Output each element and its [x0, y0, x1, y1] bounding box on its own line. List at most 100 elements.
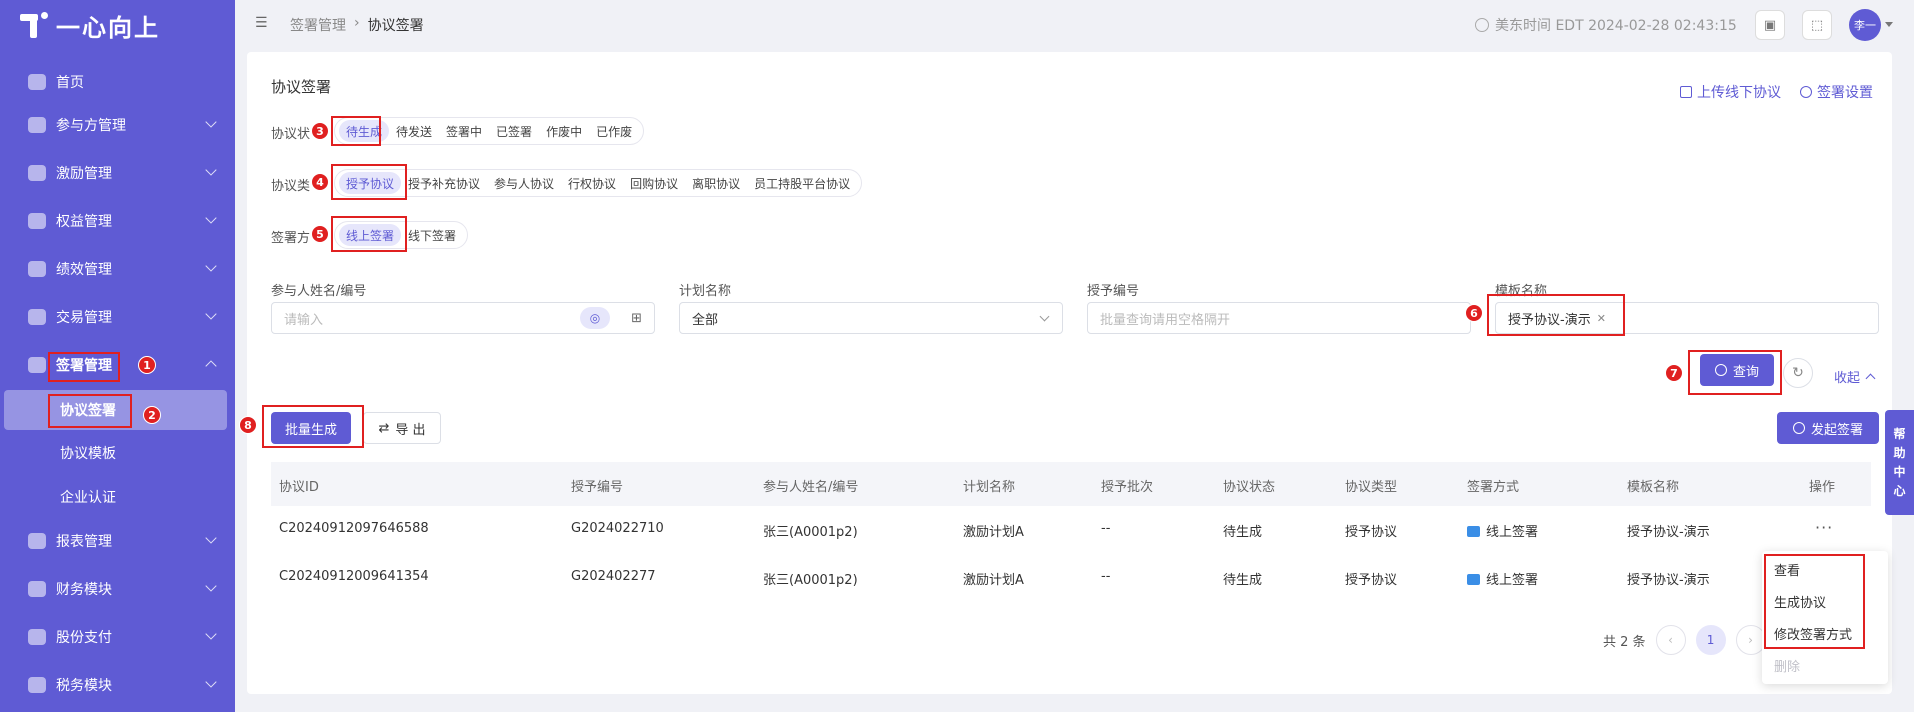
main-panel: 协议签署 上传线下协议 签署设置 协议状 待生成 待发送 签署中 已签署 作废中… — [239, 52, 1892, 694]
page-title: 协议签署 — [271, 78, 332, 96]
prev-page-button[interactable]: ‹ — [1655, 625, 1686, 655]
fullscreen-button[interactable]: ⬚ — [1802, 10, 1832, 40]
chevron-down-icon — [205, 532, 217, 544]
users-icon — [28, 117, 46, 133]
clock-icon — [1475, 18, 1489, 32]
page-button[interactable]: 1 — [1695, 625, 1726, 655]
avatar[interactable]: 李一 — [1849, 9, 1881, 41]
annotation-box-3 — [331, 116, 381, 146]
sidebar-item-incentive[interactable]: 激励管理 — [0, 153, 235, 193]
report-icon — [28, 533, 46, 549]
pagination: 共 2 条 ‹ 1 › — [1603, 625, 1766, 655]
annotation-badge-4: 4 — [311, 173, 329, 191]
grant-input[interactable]: 批量查询请用空格隔开 — [1087, 302, 1471, 334]
annotation-box-7 — [1688, 350, 1782, 395]
annotation-box-2 — [48, 394, 132, 428]
sign-settings-link[interactable]: 签署设置 — [1800, 82, 1873, 102]
more-actions-icon[interactable]: ··· — [1815, 518, 1833, 537]
annotation-box-6 — [1487, 294, 1625, 336]
type-chip-exercise[interactable]: 行权协议 — [561, 172, 623, 194]
plus-circle-icon — [1792, 422, 1805, 434]
col-agreement-id: 协议ID — [279, 480, 319, 495]
type-chip-resignation[interactable]: 离职协议 — [685, 172, 747, 194]
sidebar-item-participants[interactable]: 参与方管理 — [0, 105, 235, 145]
sign-method-cell: 线上签署 — [1467, 521, 1538, 540]
status-chip-voiding[interactable]: 作废中 — [539, 120, 589, 142]
chevron-down-icon — [205, 580, 217, 592]
col-status: 协议状态 — [1223, 480, 1276, 495]
status-chip-pending-send[interactable]: 待发送 — [389, 120, 439, 142]
incentive-icon — [28, 165, 46, 181]
type-chip-esop-platform[interactable]: 员工持股平台协议 — [747, 172, 857, 194]
sidebar-sub-item-agreement-template[interactable]: 协议模板 — [0, 433, 235, 473]
sidebar-item-finance[interactable]: 财务模块 — [0, 569, 235, 609]
table-row: C20240912009641354 G202402277 张三(A0001p2… — [279, 569, 1710, 588]
table-row: C20240912097646588 G2024022710 张三(A0001p… — [279, 518, 1834, 540]
type-filter: 授予协议 授予补充协议 参与人协议 行权协议 回购协议 离职协议 员工持股平台协… — [334, 169, 863, 197]
sidebar-item-equity[interactable]: 权益管理 — [0, 201, 235, 241]
annotation-badge-2: 2 — [143, 406, 161, 424]
status-chip-voided[interactable]: 已作废 — [589, 120, 639, 142]
tax-icon — [28, 677, 46, 693]
plan-label: 计划名称 — [679, 284, 732, 299]
col-grant-no: 授予编号 — [571, 480, 624, 495]
annotation-box-5 — [331, 216, 407, 252]
status-chip-signing[interactable]: 签署中 — [439, 120, 489, 142]
chevron-down-icon — [205, 628, 217, 640]
help-center-tab[interactable]: 帮 助 中 心 — [1885, 410, 1914, 515]
upload-icon — [1680, 86, 1692, 98]
chevron-down-icon — [205, 212, 217, 224]
grant-label: 授予编号 — [1087, 284, 1140, 299]
total-count: 共 2 条 — [1603, 634, 1646, 650]
status-chip-signed[interactable]: 已签署 — [489, 120, 539, 142]
sign-icon — [28, 357, 46, 373]
annotation-box-8 — [262, 405, 364, 448]
chevron-down-icon — [205, 116, 217, 128]
initiate-sign-button[interactable]: 发起签署 — [1777, 412, 1879, 444]
type-chip-buyback[interactable]: 回购协议 — [623, 172, 685, 194]
equity-icon — [28, 213, 46, 229]
sidebar-item-share-pay[interactable]: 股份支付 — [0, 617, 235, 657]
sign-method-cell: 线上签署 — [1467, 569, 1538, 588]
grid-icon[interactable]: ⊞ — [631, 311, 642, 326]
participant-input[interactable]: 请输入 ◎ ⊞ — [271, 302, 655, 334]
col-plan: 计划名称 — [963, 480, 1016, 495]
annotation-box-dropdown — [1764, 554, 1865, 649]
online-sign-icon — [1467, 574, 1480, 585]
performance-icon — [28, 261, 46, 277]
sidebar-item-tax[interactable]: 税务模块 — [0, 665, 235, 705]
breadcrumb-item[interactable]: 签署管理 — [290, 15, 346, 35]
sidebar-item-trade[interactable]: 交易管理 — [0, 297, 235, 337]
type-chip-grant-supplement[interactable]: 授予补充协议 — [401, 172, 487, 194]
export-button[interactable]: ⇄ 导 出 — [363, 412, 441, 444]
chevron-up-icon — [205, 360, 217, 372]
col-actions: 操作 — [1809, 480, 1836, 495]
brand-name: 一心向上 — [56, 13, 160, 42]
settings-icon — [1800, 86, 1812, 98]
col-type: 协议类型 — [1345, 480, 1398, 495]
app-logo[interactable]: 一心向上 — [20, 10, 160, 42]
sidebar-sub-item-enterprise-auth[interactable]: 企业认证 — [0, 477, 235, 517]
chevron-up-icon — [1865, 373, 1876, 384]
upload-offline-link[interactable]: 上传线下协议 — [1680, 82, 1781, 102]
annotation-badge-6: 6 — [1465, 304, 1483, 322]
method-chip-offline[interactable]: 线下签署 — [401, 224, 463, 246]
home-icon — [28, 74, 46, 90]
chevron-down-icon — [205, 260, 217, 272]
share-pay-icon — [28, 629, 46, 645]
scan-icon[interactable]: ◎ — [580, 307, 610, 329]
collapse-link[interactable]: 收起 — [1834, 367, 1876, 386]
chevron-down-icon — [205, 164, 217, 176]
clipboard-button[interactable]: ▣ — [1755, 10, 1785, 40]
sidebar-item-reports[interactable]: 报表管理 — [0, 521, 235, 561]
clipboard-icon: ▣ — [1763, 17, 1777, 33]
sidebar-item-performance[interactable]: 绩效管理 — [0, 249, 235, 289]
caret-down-icon[interactable] — [1885, 22, 1893, 27]
plan-select[interactable]: 全部 — [679, 302, 1063, 334]
participant-label: 参与人姓名/编号 — [271, 284, 367, 299]
sidebar: 一心向上 首页 参与方管理 激励管理 权益管理 绩效管理 交易管理 签署管理 协… — [0, 0, 235, 712]
reset-button[interactable]: ↻ — [1783, 358, 1813, 388]
menu-collapse-icon[interactable]: ☰ — [255, 16, 271, 30]
type-chip-participant[interactable]: 参与人协议 — [487, 172, 561, 194]
sidebar-item-home[interactable]: 首页 — [0, 62, 235, 102]
